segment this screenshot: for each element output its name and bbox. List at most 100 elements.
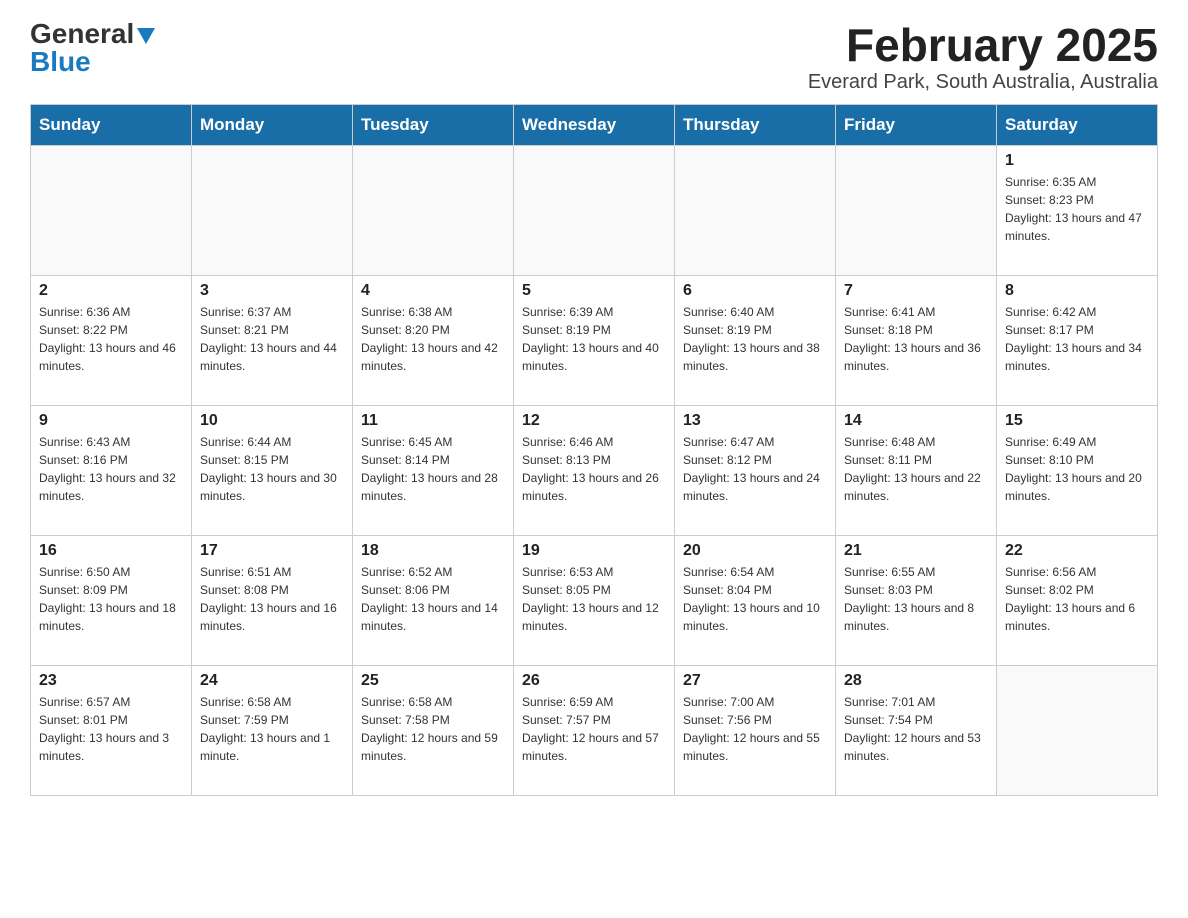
day-number: 6 [683,282,827,300]
weekday-header-thursday: Thursday [675,104,836,145]
calendar-cell: 13 Sunrise: 6:47 AM Sunset: 8:12 PM Dayli… [675,405,836,535]
logo-text-blue: Blue [30,48,91,76]
day-info: Sunrise: 6:54 AM Sunset: 8:04 PM Dayligh… [683,563,827,635]
day-info: Sunrise: 6:52 AM Sunset: 8:06 PM Dayligh… [361,563,505,635]
calendar-cell: 21 Sunrise: 6:55 AM Sunset: 8:03 PM Dayli… [836,535,997,665]
calendar-cell: 23 Sunrise: 6:57 AM Sunset: 8:01 PM Dayli… [31,665,192,795]
day-number: 4 [361,282,505,300]
calendar-cell: 16 Sunrise: 6:50 AM Sunset: 8:09 PM Dayli… [31,535,192,665]
calendar-cell [192,145,353,275]
calendar-week-row: 2 Sunrise: 6:36 AM Sunset: 8:22 PM Daylig… [31,275,1158,405]
weekday-header-wednesday: Wednesday [514,104,675,145]
day-number: 19 [522,542,666,560]
day-info: Sunrise: 6:56 AM Sunset: 8:02 PM Dayligh… [1005,563,1149,635]
calendar-cell: 11Sunrise: 6:45 AM Sunset: 8:14 PM Dayli… [353,405,514,535]
calendar-cell: 24 Sunrise: 6:58 AM Sunset: 7:59 PM Dayli… [192,665,353,795]
calendar-cell: 14 Sunrise: 6:48 AM Sunset: 8:11 PM Dayli… [836,405,997,535]
day-number: 8 [1005,282,1149,300]
calendar-cell: 12Sunrise: 6:46 AM Sunset: 8:13 PM Dayli… [514,405,675,535]
day-info: Sunrise: 6:37 AM Sunset: 8:21 PM Dayligh… [200,303,344,375]
calendar-cell: 7 Sunrise: 6:41 AM Sunset: 8:18 PM Daylig… [836,275,997,405]
day-number: 7 [844,282,988,300]
day-number: 25 [361,672,505,690]
calendar-cell: 27Sunrise: 7:00 AM Sunset: 7:56 PM Dayli… [675,665,836,795]
calendar-cell [675,145,836,275]
day-info: Sunrise: 6:58 AM Sunset: 7:58 PM Dayligh… [361,693,505,765]
day-number: 12 [522,412,666,430]
day-number: 15 [1005,412,1149,430]
day-number: 28 [844,672,988,690]
day-info: Sunrise: 6:57 AM Sunset: 8:01 PM Dayligh… [39,693,183,765]
weekday-header-friday: Friday [836,104,997,145]
calendar-table: SundayMondayTuesdayWednesdayThursdayFrid… [30,104,1158,796]
calendar-cell [31,145,192,275]
calendar-cell: 19 Sunrise: 6:53 AM Sunset: 8:05 PM Dayli… [514,535,675,665]
day-number: 9 [39,412,183,430]
calendar-week-row: 16 Sunrise: 6:50 AM Sunset: 8:09 PM Dayli… [31,535,1158,665]
day-info: Sunrise: 7:01 AM Sunset: 7:54 PM Dayligh… [844,693,988,765]
day-info: Sunrise: 6:43 AM Sunset: 8:16 PM Dayligh… [39,433,183,505]
day-info: Sunrise: 6:49 AM Sunset: 8:10 PM Dayligh… [1005,433,1149,505]
month-year-title: February 2025 [808,20,1158,71]
day-info: Sunrise: 6:50 AM Sunset: 8:09 PM Dayligh… [39,563,183,635]
day-number: 26 [522,672,666,690]
day-info: Sunrise: 6:55 AM Sunset: 8:03 PM Dayligh… [844,563,988,635]
weekday-header-saturday: Saturday [997,104,1158,145]
calendar-cell: 20 Sunrise: 6:54 AM Sunset: 8:04 PM Dayli… [675,535,836,665]
day-number: 24 [200,672,344,690]
day-info: Sunrise: 6:51 AM Sunset: 8:08 PM Dayligh… [200,563,344,635]
calendar-week-row: 1Sunrise: 6:35 AM Sunset: 8:23 PM Daylig… [31,145,1158,275]
day-info: Sunrise: 6:53 AM Sunset: 8:05 PM Dayligh… [522,563,666,635]
day-number: 14 [844,412,988,430]
day-info: Sunrise: 6:38 AM Sunset: 8:20 PM Dayligh… [361,303,505,375]
calendar-cell: 5 Sunrise: 6:39 AM Sunset: 8:19 PM Daylig… [514,275,675,405]
calendar-cell: 9 Sunrise: 6:43 AM Sunset: 8:16 PM Daylig… [31,405,192,535]
day-info: Sunrise: 6:42 AM Sunset: 8:17 PM Dayligh… [1005,303,1149,375]
calendar-week-row: 23 Sunrise: 6:57 AM Sunset: 8:01 PM Dayli… [31,665,1158,795]
day-number: 5 [522,282,666,300]
calendar-cell: 6 Sunrise: 6:40 AM Sunset: 8:19 PM Daylig… [675,275,836,405]
calendar-cell: 8 Sunrise: 6:42 AM Sunset: 8:17 PM Daylig… [997,275,1158,405]
day-info: Sunrise: 6:41 AM Sunset: 8:18 PM Dayligh… [844,303,988,375]
calendar-cell [514,145,675,275]
logo-text-general: General [30,20,134,48]
day-number: 16 [39,542,183,560]
day-info: Sunrise: 6:36 AM Sunset: 8:22 PM Dayligh… [39,303,183,375]
calendar-cell: 15 Sunrise: 6:49 AM Sunset: 8:10 PM Dayli… [997,405,1158,535]
day-number: 10 [200,412,344,430]
day-number: 13 [683,412,827,430]
title-block: February 2025 Everard Park, South Austra… [808,20,1158,94]
calendar-cell: 28 Sunrise: 7:01 AM Sunset: 7:54 PM Dayli… [836,665,997,795]
calendar-header-row: SundayMondayTuesdayWednesdayThursdayFrid… [31,104,1158,145]
calendar-cell [997,665,1158,795]
calendar-cell: 22 Sunrise: 6:56 AM Sunset: 8:02 PM Dayli… [997,535,1158,665]
calendar-cell [353,145,514,275]
day-number: 20 [683,542,827,560]
day-info: Sunrise: 6:39 AM Sunset: 8:19 PM Dayligh… [522,303,666,375]
location-subtitle: Everard Park, South Australia, Australia [808,71,1158,94]
weekday-header-sunday: Sunday [31,104,192,145]
day-info: Sunrise: 6:44 AM Sunset: 8:15 PM Dayligh… [200,433,344,505]
calendar-cell: 17 Sunrise: 6:51 AM Sunset: 8:08 PM Dayli… [192,535,353,665]
day-number: 22 [1005,542,1149,560]
day-info: Sunrise: 6:45 AM Sunset: 8:14 PM Dayligh… [361,433,505,505]
day-number: 23 [39,672,183,690]
logo-triangle-icon [137,28,155,44]
day-number: 17 [200,542,344,560]
weekday-header-tuesday: Tuesday [353,104,514,145]
calendar-cell: 18Sunrise: 6:52 AM Sunset: 8:06 PM Dayli… [353,535,514,665]
day-number: 2 [39,282,183,300]
calendar-cell [836,145,997,275]
day-info: Sunrise: 6:35 AM Sunset: 8:23 PM Dayligh… [1005,173,1149,245]
weekday-header-monday: Monday [192,104,353,145]
day-info: Sunrise: 6:59 AM Sunset: 7:57 PM Dayligh… [522,693,666,765]
calendar-cell: 26 Sunrise: 6:59 AM Sunset: 7:57 PM Dayli… [514,665,675,795]
day-number: 21 [844,542,988,560]
day-info: Sunrise: 6:48 AM Sunset: 8:11 PM Dayligh… [844,433,988,505]
day-info: Sunrise: 7:00 AM Sunset: 7:56 PM Dayligh… [683,693,827,765]
day-info: Sunrise: 6:40 AM Sunset: 8:19 PM Dayligh… [683,303,827,375]
day-info: Sunrise: 6:47 AM Sunset: 8:12 PM Dayligh… [683,433,827,505]
day-number: 3 [200,282,344,300]
calendar-cell: 25 Sunrise: 6:58 AM Sunset: 7:58 PM Dayli… [353,665,514,795]
day-info: Sunrise: 6:58 AM Sunset: 7:59 PM Dayligh… [200,693,344,765]
